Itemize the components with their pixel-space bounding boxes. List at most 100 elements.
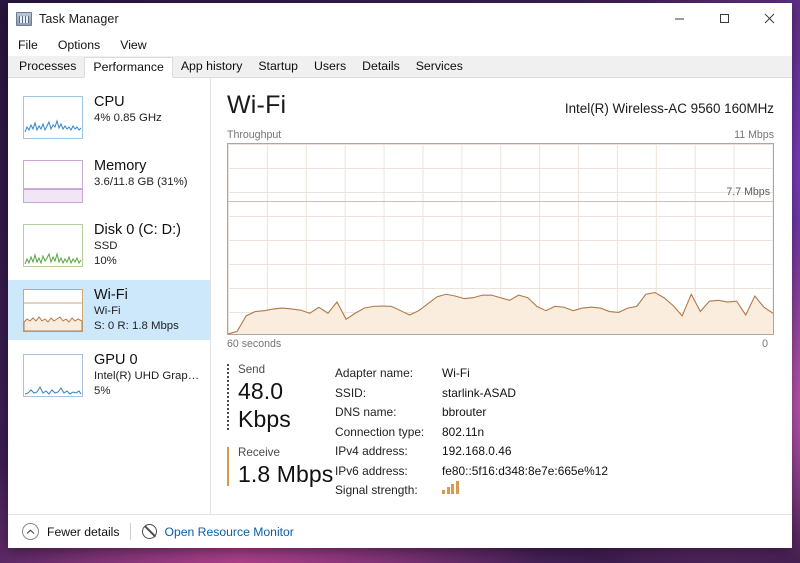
send-rate-block: Send 48.0 Kbps [227, 362, 335, 433]
minimize-button[interactable] [657, 3, 702, 34]
detail-row-ssid: SSID: starlink-ASAD [335, 384, 608, 404]
chart-axis-captions: Throughput 11 Mbps [227, 129, 780, 141]
send-marker [227, 364, 229, 431]
status-bar: Fewer details Open Resource Monitor [8, 514, 792, 548]
task-manager-icon [16, 11, 32, 26]
tab-users[interactable]: Users [306, 56, 354, 77]
sidebar-item-disk[interactable]: Disk 0 (C: D:) SSD 10% [8, 215, 210, 275]
page-title: Wi-Fi [227, 91, 287, 119]
receive-value: 1.8 Mbps [238, 461, 334, 487]
detail-value: bbrouter [442, 405, 487, 419]
rate-column: Send 48.0 Kbps Receive 1.8 Mbps [227, 362, 335, 501]
footer-divider [130, 523, 132, 540]
gpu-thumbnail-graph [23, 354, 83, 397]
window-title: Task Manager [39, 11, 119, 26]
sidebar-wifi-sub1: Wi-Fi [94, 305, 121, 317]
sidebar-gpu-sub2: 5% [94, 384, 111, 397]
throughput-chart [227, 143, 774, 335]
signal-bars-icon [442, 481, 459, 494]
title-bar: Task Manager [8, 3, 792, 34]
close-button[interactable] [747, 3, 792, 34]
sidebar-wifi-text: Wi-Fi Wi-Fi S: 0 R: 1.8 Mbps [94, 287, 179, 333]
detail-key: IPv4 address: [335, 444, 408, 458]
detail-key: Connection type: [335, 424, 425, 439]
sidebar-item-memory[interactable]: Memory 3.6/11.8 GB (31%) [8, 151, 210, 210]
sidebar-disk-text: Disk 0 (C: D:) SSD 10% [94, 222, 181, 268]
tab-performance[interactable]: Performance [84, 57, 173, 78]
adapter-model-label: Intel(R) Wireless-AC 9560 160MHz [564, 101, 774, 116]
tab-details[interactable]: Details [354, 56, 408, 77]
throughput-area-plot [228, 144, 773, 334]
wifi-thumbnail-graph [23, 289, 83, 332]
performance-sidebar: CPU 4% 0.85 GHz Memory 3.6/11.8 GB (31%) [8, 78, 211, 514]
scale-max-label: 11 Mbps [734, 129, 774, 141]
detail-key: DNS name: [335, 405, 397, 419]
sidebar-disk-sub1: SSD [94, 240, 118, 252]
open-resource-monitor-link[interactable]: Open Resource Monitor [142, 524, 294, 539]
signal-strength-value [442, 481, 459, 501]
detail-value: fe80::5f16:d348:8e7e:665e%12 [442, 463, 608, 478]
sidebar-cpu-sub: 4% 0.85 GHz [94, 112, 162, 124]
throughput-chart-wrap: 7.7 Mbps 60 seconds 0 [227, 143, 780, 350]
task-manager-window: Task Manager File Options View Processes… [8, 3, 792, 548]
sidebar-wifi-title: Wi-Fi [94, 287, 128, 303]
send-label: Send [238, 363, 266, 376]
wifi-detail-pane: Wi-Fi Intel(R) Wireless-AC 9560 160MHz T… [211, 78, 792, 514]
tab-services[interactable]: Services [408, 56, 471, 77]
tab-startup[interactable]: Startup [250, 56, 306, 77]
sidebar-wifi-sub2: S: 0 R: 1.8 Mbps [94, 319, 179, 332]
sidebar-item-cpu[interactable]: CPU 4% 0.85 GHz [8, 87, 210, 146]
memory-thumbnail-graph [23, 160, 83, 203]
chart-time-axis: 60 seconds 0 [227, 338, 774, 350]
sidebar-cpu-title: CPU [94, 94, 125, 110]
adapter-details-list: Adapter name: Wi-Fi SSID: starlink-ASAD … [335, 362, 608, 501]
sidebar-memory-title: Memory [94, 158, 147, 174]
menu-view[interactable]: View [118, 36, 155, 54]
menu-bar: File Options View [8, 34, 792, 56]
sidebar-item-gpu[interactable]: GPU 0 Intel(R) UHD Graphics ... 5% [8, 345, 210, 405]
tab-strip: Processes Performance App history Startu… [8, 56, 792, 78]
maximize-button[interactable] [702, 3, 747, 34]
resource-monitor-icon [142, 524, 158, 539]
detail-row-dns-name: DNS name: bbrouter [335, 403, 608, 423]
fewer-details-label: Fewer details [47, 524, 120, 539]
tab-app-history[interactable]: App history [173, 56, 251, 77]
window-controls [657, 3, 792, 34]
detail-value: Wi-Fi [442, 366, 470, 380]
detail-value: 802.11n [442, 424, 485, 439]
throughput-caption: Throughput [227, 129, 282, 141]
detail-value: starlink-ASAD [442, 385, 517, 400]
tab-processes[interactable]: Processes [11, 56, 84, 77]
sidebar-gpu-text: GPU 0 Intel(R) UHD Graphics ... 5% [94, 352, 204, 398]
detail-row-connection-type: Connection type: 802.11n [335, 423, 608, 443]
sidebar-item-wifi[interactable]: Wi-Fi Wi-Fi S: 0 R: 1.8 Mbps [8, 280, 210, 340]
detail-key: Signal strength: [335, 483, 418, 497]
sidebar-memory-sub: 3.6/11.8 GB (31%) [94, 176, 188, 188]
cpu-thumbnail-graph [23, 96, 83, 139]
sidebar-disk-sub2: 10% [94, 254, 117, 267]
sidebar-disk-title: Disk 0 (C: D:) [94, 222, 181, 238]
receive-rate-block: Receive 1.8 Mbps [227, 445, 335, 488]
chevron-up-icon [22, 523, 39, 540]
sidebar-memory-text: Memory 3.6/11.8 GB (31%) [94, 158, 188, 190]
pane-header: Wi-Fi Intel(R) Wireless-AC 9560 160MHz [227, 90, 780, 120]
fewer-details-button[interactable]: Fewer details [22, 523, 119, 540]
detail-value: 192.168.0.46 [442, 444, 512, 458]
stats-area: Send 48.0 Kbps Receive 1.8 Mbps Adapter … [227, 362, 780, 501]
sidebar-gpu-title: GPU 0 [94, 352, 138, 368]
detail-key: Adapter name: [335, 366, 413, 380]
sidebar-gpu-sub1: Intel(R) UHD Graphics ... [94, 370, 204, 382]
detail-row-signal-strength: Signal strength: [335, 481, 608, 501]
resource-monitor-label: Open Resource Monitor [164, 524, 294, 539]
time-zero-label: 0 [762, 338, 768, 350]
detail-key: SSID: [335, 385, 367, 400]
content-area: CPU 4% 0.85 GHz Memory 3.6/11.8 GB (31%) [8, 78, 792, 514]
menu-file[interactable]: File [16, 36, 47, 54]
disk-thumbnail-graph [23, 224, 83, 267]
detail-row-ipv6: IPv6 address: fe80::5f16:d348:8e7e:665e%… [335, 462, 608, 482]
menu-options[interactable]: Options [56, 36, 109, 54]
detail-key: IPv6 address: [335, 463, 408, 478]
peak-value-label: 7.7 Mbps [726, 186, 770, 198]
receive-marker [227, 447, 229, 486]
time-span-label: 60 seconds [227, 338, 282, 350]
